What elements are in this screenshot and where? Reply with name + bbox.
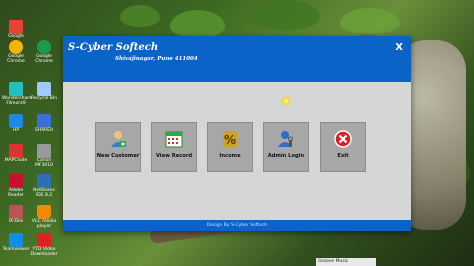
- app-icon: [9, 205, 23, 219]
- app-header: S-Cyber Softech Shivajinagar, Pune 41100…: [63, 36, 411, 82]
- customer-icon: [107, 129, 129, 149]
- netbeans-icon: [37, 174, 51, 188]
- admin-icon: [275, 129, 297, 149]
- hp-icon: [9, 114, 23, 128]
- app-content: New Customer View Record % Income Admin …: [63, 82, 411, 220]
- svg-text:%: %: [224, 133, 236, 147]
- ytd-icon: [37, 233, 51, 247]
- desktop-icon-ixdev[interactable]: IX-Dev: [2, 205, 30, 225]
- desktop-icon-ytd[interactable]: YTD Video Downloader: [30, 233, 58, 257]
- income-button[interactable]: % Income: [207, 122, 253, 172]
- desktop-icon-recycle-bin[interactable]: Recycle Bin: [30, 82, 58, 102]
- desktop-icon-teamviewer[interactable]: Teamviewer: [2, 233, 30, 253]
- desktop-icon-shareit[interactable]: SHAREit: [30, 114, 58, 134]
- desktop-icon-mapclude[interactable]: MAPClude: [2, 144, 30, 164]
- app-window: S-Cyber Softech Shivajinagar, Pune 41100…: [63, 36, 411, 231]
- shareit-icon: [37, 114, 51, 128]
- filmora-icon: [9, 82, 23, 96]
- app-title: S-Cyber Softech: [68, 42, 159, 53]
- percent-calculator-icon: %: [219, 129, 241, 149]
- desktop-icon-canon[interactable]: Canon MF3010: [30, 144, 58, 168]
- admin-login-button[interactable]: Admin Login: [263, 122, 309, 172]
- desktop-icon-chrome-2[interactable]: Google Chrome: [30, 40, 58, 64]
- new-customer-button[interactable]: New Customer: [95, 122, 141, 172]
- printer-icon: [37, 144, 51, 158]
- adobe-icon: [9, 174, 23, 188]
- exit-label: Exit: [337, 153, 349, 159]
- calendar-icon: [163, 129, 185, 149]
- chrome-icon: [37, 40, 51, 54]
- mouse-cursor: [281, 96, 291, 106]
- exit-icon: [332, 129, 354, 149]
- view-record-button[interactable]: View Record: [151, 122, 197, 172]
- desktop-icon-hp[interactable]: HP: [2, 114, 30, 134]
- desktop-icon-google[interactable]: Google: [2, 20, 30, 40]
- admin-login-label: Admin Login: [267, 153, 305, 159]
- desktop-icon-netbeans[interactable]: NetBeans IDE 8.2: [30, 174, 58, 198]
- taskbar-groove-music[interactable]: Groove Music: [316, 258, 376, 266]
- map-icon: [9, 144, 23, 158]
- income-label: Income: [219, 153, 241, 159]
- desktop-icon-filmora[interactable]: Wondershare Filmora9: [2, 82, 32, 106]
- teamviewer-icon: [9, 233, 23, 247]
- vlc-icon: [37, 205, 51, 219]
- close-button[interactable]: X: [395, 42, 403, 53]
- desktop-icon-adobe-reader[interactable]: Adobe Reader: [2, 174, 30, 198]
- desktop-icon-chrome[interactable]: Google Chrome: [2, 40, 30, 64]
- recycle-bin-icon: [37, 82, 51, 96]
- desktop-icon-vlc[interactable]: VLC media player: [30, 205, 58, 229]
- app-address: Shivajinagar, Pune 411004: [115, 56, 198, 62]
- exit-button[interactable]: Exit: [320, 122, 366, 172]
- google-icon: [9, 20, 23, 34]
- view-record-label: View Record: [155, 153, 193, 159]
- app-footer: Design By S-Cyber Softech: [63, 220, 411, 231]
- new-customer-label: New Customer: [96, 153, 140, 159]
- chrome-icon: [9, 40, 23, 54]
